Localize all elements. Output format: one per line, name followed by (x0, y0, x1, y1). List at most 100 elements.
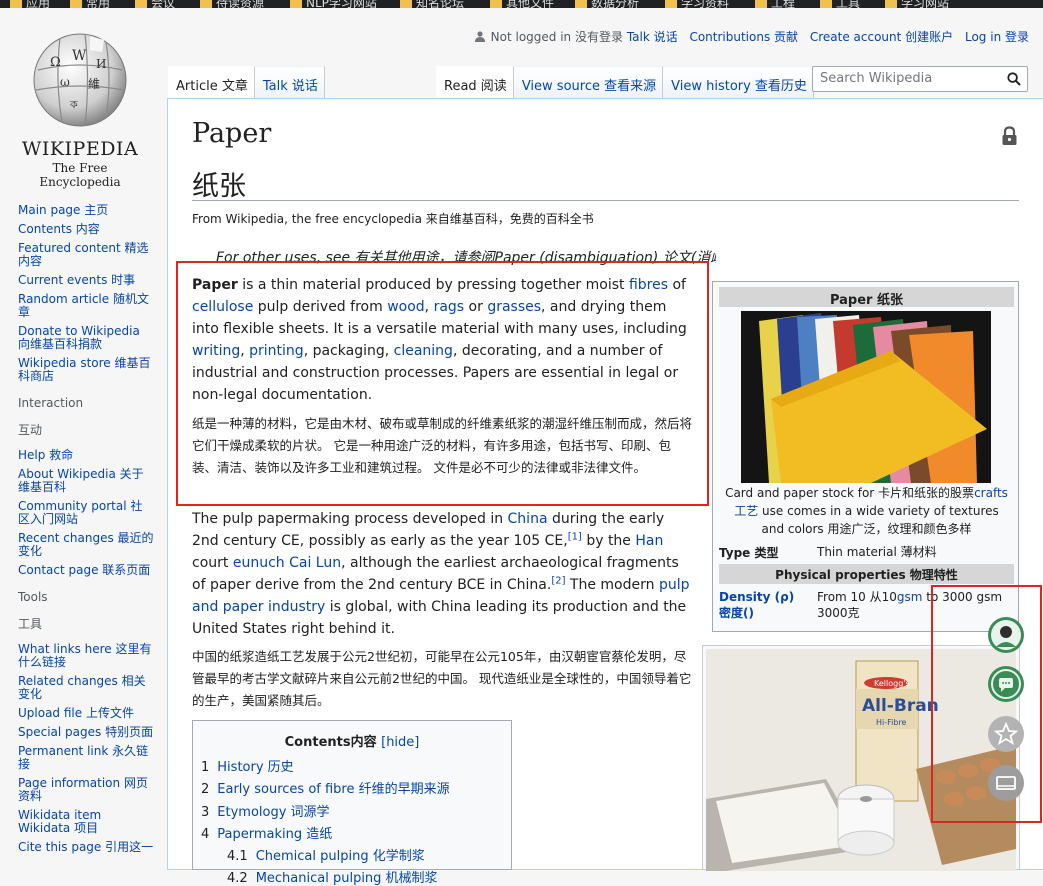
talk-link[interactable]: Talk 说话 (627, 30, 678, 44)
bookmark-item[interactable]: 工具 (820, 0, 860, 8)
sidebar-item-about[interactable]: About Wikipedia 关于维基百科 (18, 468, 154, 494)
sidebar-item-main-page[interactable]: Main page 主页 (18, 204, 154, 217)
infobox-physical-heading: Physical properties 物理特性 (719, 564, 1014, 584)
link-gsm[interactable]: gsm (897, 590, 923, 604)
sidebar-item-special-pages[interactable]: Special pages 特别页面 (18, 726, 154, 739)
tab-view-history[interactable]: View history 查看历史 (663, 66, 814, 98)
tab-talk[interactable]: Talk 说话 (254, 66, 325, 98)
link-eunuch[interactable]: eunuch (233, 555, 285, 571)
sidebar-item-upload-file[interactable]: Upload file 上传文件 (18, 707, 154, 720)
logo-tagline: The Free Encyclopedia (39, 161, 121, 189)
sidebar-item-contents[interactable]: Contents 内容 (18, 223, 154, 236)
lock-icon[interactable] (1001, 126, 1018, 146)
toc-item[interactable]: 4 Papermaking 造纸 (201, 823, 332, 842)
title-divider (192, 200, 1019, 201)
sidebar-heading-tools-zh: 工具 (18, 617, 43, 631)
sidebar-item-featured-content[interactable]: Featured content 精选内容 (18, 242, 154, 268)
bookmark-item[interactable]: NLP学习网站 (290, 0, 377, 8)
personal-tools: Not logged in 没有登录 Talk 说话 Contributions… (474, 28, 1029, 45)
sidebar-item-what-links-here[interactable]: What links here 这里有什么链接 (18, 643, 154, 669)
folder-icon (885, 0, 897, 8)
sidebar-item-related-changes[interactable]: Related changes 相关变化 (18, 675, 154, 701)
infobox-image[interactable] (741, 311, 991, 483)
toc-item[interactable]: 1 History 历史 (201, 756, 294, 775)
folder-icon (70, 0, 82, 8)
bookmark-item[interactable]: 学习网站 (885, 0, 949, 8)
puzzle-globe-icon: Ω W И ω 維 ক (33, 33, 127, 127)
folder-icon (135, 0, 147, 8)
toc-item[interactable]: 2 Early sources of fibre 纤维的早期来源 (201, 778, 450, 797)
search-icon[interactable] (1007, 72, 1021, 86)
sidebar-heading-interaction-zh: 互动 (18, 423, 43, 437)
tab-read[interactable]: Read 阅读 (436, 66, 514, 98)
tab-article[interactable]: Article 文章 (168, 66, 255, 98)
infobox-type-value: Thin material 薄材料 (817, 545, 937, 559)
toc-hide-toggle[interactable]: [hide] (381, 735, 419, 750)
contributions-link[interactable]: Contributions 贡献 (689, 30, 798, 44)
folder-icon (290, 0, 302, 8)
sidebar-item-current-events[interactable]: Current events 时事 (18, 274, 154, 287)
sidebar-item-wikidata-item[interactable]: Wikidata item Wikidata 项目 (18, 809, 154, 835)
brand-text: Kellogg's (874, 679, 910, 688)
bookmark-item[interactable]: 会议 (135, 0, 175, 8)
create-account-link[interactable]: Create account 创建账户 (810, 30, 953, 44)
sidebar-item-store[interactable]: Wikipedia store 维基百科商店 (18, 357, 154, 383)
folder-icon (490, 0, 502, 8)
not-logged-in-label: Not logged in 没有登录 (490, 30, 623, 44)
folder-icon (665, 0, 677, 8)
citation-2[interactable]: [2] (551, 575, 565, 586)
link-china[interactable]: China (508, 511, 548, 527)
bookmark-item[interactable]: 学习资料 (665, 0, 729, 8)
sidebar-item-page-information[interactable]: Page information 网页资料 (18, 777, 154, 803)
namespace-tabs: Article 文章 Talk 说话 (168, 66, 325, 98)
sidebar-heading-tools: Tools (18, 590, 48, 604)
bookmark-item[interactable]: 数据分析 (575, 0, 639, 8)
sidebar-item-help[interactable]: Help 救命 (18, 449, 154, 462)
highlight-box-side (931, 585, 1042, 823)
colored-paper-stock-image (741, 311, 991, 483)
sidebar-item-cite-page[interactable]: Cite this page 引用这一 (18, 841, 154, 854)
bookmark-item[interactable]: 常用 (70, 0, 110, 8)
citation-1[interactable]: [1] (568, 531, 582, 542)
site-sub: From Wikipedia, the free encyclopedia 来自… (192, 212, 594, 226)
svg-text:Ω: Ω (50, 55, 61, 70)
sidebar-heading-interaction: Interaction (18, 396, 84, 410)
page-title: Paper (192, 118, 272, 149)
svg-text:維: 維 (88, 77, 100, 91)
toc-title: Contents内容 [hide] (284, 735, 420, 750)
view-tabs: Read 阅读 View source 查看来源 View history 查看… (436, 66, 814, 98)
sidebar-item-recent-changes[interactable]: Recent changes 最近的变化 (18, 532, 154, 558)
sidebar-item-community-portal[interactable]: Community portal 社区入门网站 (18, 500, 154, 526)
link-density[interactable]: Density (ρ) 密度() (719, 589, 809, 621)
sidebar-item-permanent-link[interactable]: Permanent link 永久链接 (18, 745, 154, 771)
toc-item[interactable]: 4.1 Chemical pulping 化学制浆 (227, 845, 425, 864)
svg-text:W: W (72, 48, 87, 64)
infobox-caption: Card and paper stock for 卡片和纸张的股票crafts … (725, 486, 1008, 536)
search-input[interactable]: Search Wikipedia (812, 66, 1028, 92)
user-icon (474, 31, 485, 42)
link-cai-lun[interactable]: Cai Lun (289, 555, 341, 571)
sidebar-item-donate[interactable]: Donate to Wikipedia 向维基百科捐款 (18, 325, 154, 351)
link-han[interactable]: Han (635, 533, 663, 549)
wikipedia-logo[interactable]: Ω W И ω 維 ক WIKIPEDIA The Free Encyclope… (12, 30, 148, 189)
folder-icon (10, 0, 22, 8)
table-of-contents: Contents内容 [hide] 1 History 历史 2 Early sou… (192, 720, 512, 886)
svg-text:И: И (96, 57, 106, 71)
sidebar-item-random-article[interactable]: Random article 随机文章 (18, 293, 154, 319)
bookmark-item[interactable]: 工程 (755, 0, 795, 8)
infobox: Paper 纸张 Card and paper stock for 卡片和纸张的… (712, 281, 1019, 632)
bookmark-item[interactable]: 应用 (10, 0, 50, 8)
login-link[interactable]: Log in 登录 (965, 30, 1029, 44)
tab-view-source[interactable]: View source 查看来源 (513, 66, 664, 98)
toc-item[interactable]: 3 Etymology 词源学 (201, 801, 330, 820)
folder-icon (575, 0, 587, 8)
wordmark: WIKIPEDIA (21, 138, 139, 160)
sidebar-item-contact[interactable]: Contact page 联系页面 (18, 564, 154, 577)
bookmark-item[interactable]: 待读资源 (200, 0, 264, 8)
infobox-type-label: Type 类型 (719, 546, 779, 560)
bookmark-item[interactable]: 其他文件 (490, 0, 554, 8)
link-pulp-paper-industry[interactable]: pulp and paper industry (192, 577, 690, 615)
bookmark-item[interactable]: 知名论坛 (400, 0, 464, 8)
folder-icon (820, 0, 832, 8)
folder-icon (755, 0, 767, 8)
